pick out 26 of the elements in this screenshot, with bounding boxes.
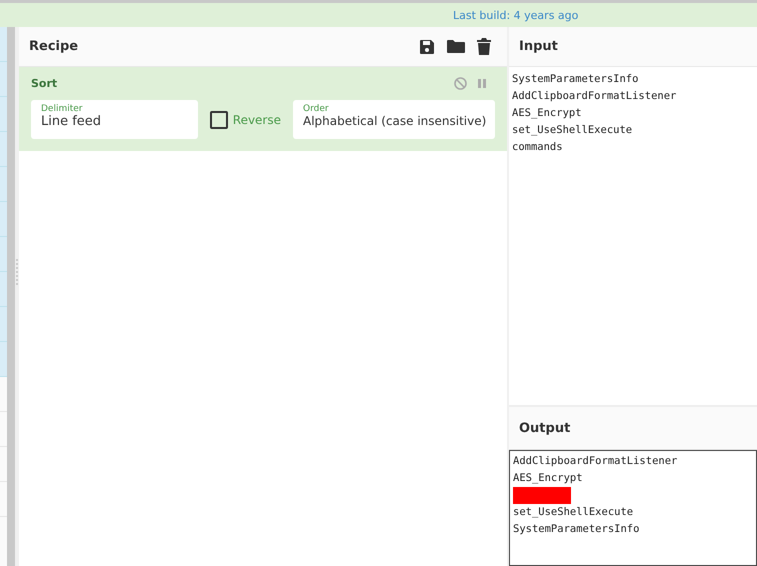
operation-name: Sort [31, 77, 58, 90]
output-text-area[interactable]: AddClipboardFormatListener AES_Encrypt set_UseShellExecute SystemParametersInfo [509, 450, 757, 566]
disable-icon[interactable] [454, 77, 467, 90]
panel-title: Recipe [29, 39, 78, 54]
operation-row[interactable] [0, 167, 7, 202]
scrollbar[interactable] [7, 27, 15, 566]
operation-row[interactable] [0, 202, 7, 237]
operation-row[interactable] [0, 97, 7, 132]
operation-row[interactable] [0, 342, 7, 377]
folder-icon[interactable] [447, 39, 465, 54]
input-text-area[interactable]: SystemParametersInfo AddClipboardFormatListener AES_Encrypt set_UseShellExecute commands [509, 67, 757, 405]
resize-handle[interactable] [16, 259, 18, 285]
trash-icon[interactable] [477, 38, 491, 55]
delimiter-field[interactable]: Delimiter Line feed [31, 100, 198, 139]
order-field[interactable]: Order Alphabetical (case insensitive) [293, 100, 495, 139]
operation-row[interactable] [0, 237, 7, 272]
pause-icon[interactable] [477, 78, 487, 89]
redaction-block [513, 487, 571, 504]
operation-row[interactable] [0, 272, 7, 307]
operation-row[interactable] [0, 27, 7, 62]
operation-row[interactable] [0, 62, 7, 97]
operation-row[interactable] [0, 132, 7, 167]
save-icon[interactable] [419, 38, 435, 54]
operation-row[interactable] [0, 307, 7, 342]
panel-title: Output [519, 420, 570, 436]
panel-title: Input [519, 39, 558, 54]
